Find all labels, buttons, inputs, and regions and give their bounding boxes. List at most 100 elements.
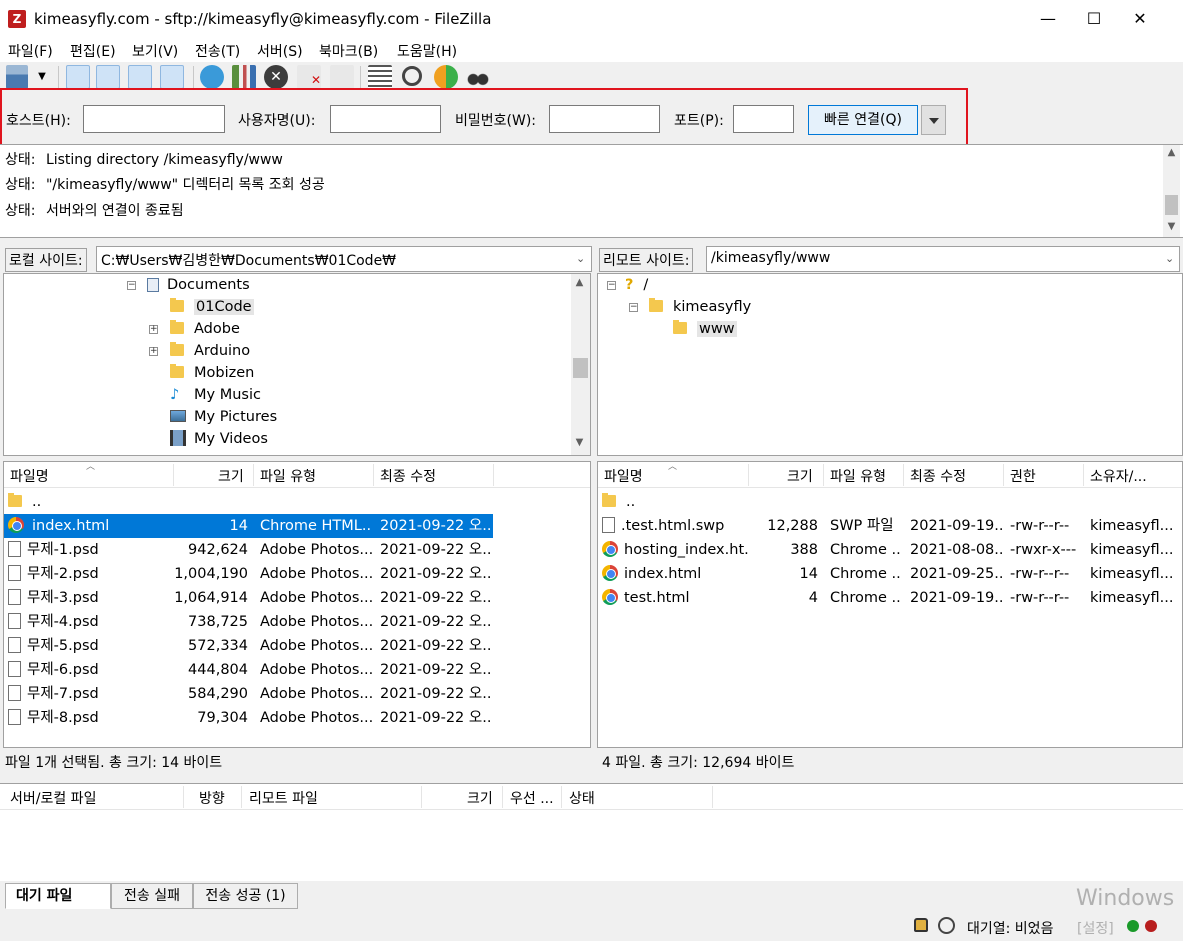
- chevron-down-icon[interactable]: ⌄: [576, 252, 585, 265]
- file-row[interactable]: ..: [598, 490, 1182, 514]
- column-priority[interactable]: 우선 ...: [510, 788, 554, 808]
- tree-item-my-pictures[interactable]: My Pictures: [170, 406, 277, 428]
- file-row[interactable]: 무제-6.psd 444,804 Adobe Photos... 2021-09-22…: [4, 658, 590, 682]
- tree-item-01code[interactable]: 01Code: [170, 296, 254, 318]
- file-row[interactable]: 무제-8.psd 79,304 Adobe Photos... 2021-09-22 …: [4, 706, 590, 730]
- toggle-local-tree-icon[interactable]: [96, 65, 120, 89]
- file-cell-owner: kimeasyfl...: [1090, 566, 1174, 582]
- column-size[interactable]: 크기: [787, 466, 813, 486]
- file-row[interactable]: 무제-5.psd 572,334 Adobe Photos... 2021-09-22…: [4, 634, 590, 658]
- file-row[interactable]: 무제-7.psd 584,290 Adobe Photos... 2021-09-22…: [4, 682, 590, 706]
- column-status[interactable]: 상태: [569, 788, 595, 808]
- tree-item-root[interactable]: ? /: [625, 274, 648, 296]
- tree-item-my-music[interactable]: ♪ My Music: [170, 384, 261, 406]
- file-row[interactable]: index.html 14 Chrome HTML... 2021-09-22 오..…: [4, 514, 493, 538]
- collapse-icon[interactable]: −: [127, 281, 136, 290]
- file-icon: [8, 661, 21, 677]
- toggle-remote-tree-icon[interactable]: [128, 65, 152, 89]
- file-icon: [8, 637, 21, 653]
- speed-limit-icon[interactable]: [938, 917, 955, 934]
- menu-help[interactable]: 도움말(H): [397, 41, 457, 61]
- remote-file-list[interactable]: ︿ 파일명 크기 파일 유형 최종 수정 권한 소유자/... .. .test.…: [597, 461, 1183, 748]
- chevron-down-icon[interactable]: ⌄: [1165, 252, 1174, 265]
- tab-queued-files[interactable]: 대기 파일: [5, 883, 111, 909]
- scroll-thumb[interactable]: [1165, 195, 1178, 215]
- search-icon[interactable]: [466, 65, 490, 89]
- log-scrollbar[interactable]: ▲ ▼: [1163, 145, 1180, 237]
- scroll-up-icon[interactable]: ▲: [571, 277, 588, 288]
- file-row[interactable]: ..: [4, 490, 590, 514]
- file-row[interactable]: 무제-2.psd 1,004,190 Adobe Photos... 2021-09-…: [4, 562, 590, 586]
- file-row[interactable]: test.html 4 Chrome ... 2021-09-19... -rw-r--…: [598, 586, 1182, 610]
- file-row[interactable]: .test.html.swp 12,288 SWP 파일 2021-09-19... -…: [598, 514, 1182, 538]
- expand-icon[interactable]: +: [149, 347, 158, 356]
- process-queue-icon[interactable]: [232, 65, 256, 89]
- file-row[interactable]: 무제-4.psd 738,725 Adobe Photos... 2021-09-22…: [4, 610, 590, 634]
- toggle-log-icon[interactable]: [66, 65, 90, 89]
- tab-failed-transfers[interactable]: 전송 실패: [111, 883, 193, 909]
- tree-item-www[interactable]: www: [673, 318, 737, 340]
- tree-item-my-videos[interactable]: My Videos: [170, 428, 268, 450]
- sync-browse-icon[interactable]: [434, 65, 458, 89]
- file-row[interactable]: hosting_index.ht... 388 Chrome ... 2021-08-…: [598, 538, 1182, 562]
- column-permissions[interactable]: 권한: [1010, 466, 1036, 486]
- tree-item-mobizen[interactable]: Mobizen: [170, 362, 254, 384]
- column-separator: [241, 786, 242, 808]
- scroll-thumb[interactable]: [573, 358, 588, 378]
- column-remote-file[interactable]: 리모트 파일: [249, 788, 318, 808]
- column-modified[interactable]: 최종 수정: [910, 466, 966, 486]
- toolbar-separator: [58, 66, 59, 88]
- transfer-queue[interactable]: 서버/로컬 파일 방향 리모트 파일 크기 우선 ... 상태: [0, 783, 1183, 881]
- file-cell-size: 4: [808, 590, 818, 606]
- menu-file[interactable]: 파일(F): [8, 41, 53, 61]
- tree-item-documents[interactable]: Documents: [147, 274, 250, 296]
- cancel-icon[interactable]: ✕: [264, 65, 288, 89]
- message-log[interactable]: 상태: Listing directory /kimeasyfly/www 상태…: [0, 144, 1183, 238]
- expand-icon[interactable]: +: [149, 325, 158, 334]
- column-server-local-file[interactable]: 서버/로컬 파일: [10, 788, 96, 808]
- menu-bookmarks[interactable]: 북마크(B): [319, 41, 378, 61]
- tab-successful-transfers[interactable]: 전송 성공 (1): [193, 883, 298, 909]
- maximize-button[interactable]: ☐: [1071, 0, 1117, 38]
- local-tree-scrollbar[interactable]: ▲ ▼: [571, 274, 590, 455]
- local-path-input[interactable]: C:₩Users₩김병한₩Documents₩01Code₩: [96, 246, 592, 272]
- column-filetype[interactable]: 파일 유형: [830, 466, 886, 486]
- scroll-up-icon[interactable]: ▲: [1163, 147, 1180, 158]
- file-row[interactable]: 무제-1.psd 942,624 Adobe Photos... 2021-09-22…: [4, 538, 590, 562]
- menu-server[interactable]: 서버(S): [257, 41, 303, 61]
- tree-item-arduino[interactable]: Arduino: [170, 340, 250, 362]
- file-row[interactable]: index.html 14 Chrome ... 2021-09-25... -rw-r…: [598, 562, 1182, 586]
- column-owner[interactable]: 소유자/...: [1090, 466, 1147, 486]
- menu-edit[interactable]: 편집(E): [70, 41, 116, 61]
- collapse-icon[interactable]: −: [607, 281, 616, 290]
- close-button[interactable]: ✕: [1117, 0, 1163, 38]
- site-manager-dropdown-icon[interactable]: ▼: [30, 65, 54, 89]
- collapse-icon[interactable]: −: [629, 303, 638, 312]
- tree-item-kimeasyfly[interactable]: kimeasyfly: [649, 296, 751, 318]
- scroll-down-icon[interactable]: ▼: [571, 437, 588, 448]
- filter-icon[interactable]: [368, 65, 392, 89]
- reconnect-icon[interactable]: [330, 65, 354, 89]
- file-row[interactable]: 무제-3.psd 1,064,914 Adobe Photos... 2021-09-…: [4, 586, 590, 610]
- refresh-icon[interactable]: [200, 65, 224, 89]
- column-filetype[interactable]: 파일 유형: [260, 466, 316, 486]
- site-manager-icon[interactable]: [6, 65, 28, 89]
- column-direction[interactable]: 방향: [199, 788, 225, 808]
- tree-item-adobe[interactable]: Adobe: [170, 318, 240, 340]
- column-filename[interactable]: 파일명: [604, 466, 643, 486]
- column-modified[interactable]: 최종 수정: [380, 466, 436, 486]
- local-tree[interactable]: − Documents 01Code + Adobe + Arduino Mob…: [3, 273, 591, 456]
- minimize-button[interactable]: —: [1025, 0, 1071, 38]
- remote-path-input[interactable]: /kimeasyfly/www: [706, 246, 1180, 272]
- compare-icon[interactable]: [402, 66, 422, 86]
- column-size[interactable]: 크기: [467, 788, 493, 808]
- scroll-down-icon[interactable]: ▼: [1163, 221, 1180, 232]
- column-size[interactable]: 크기: [218, 466, 244, 486]
- toggle-queue-icon[interactable]: [160, 65, 184, 89]
- menu-transfer[interactable]: 전송(T): [195, 41, 240, 61]
- disconnect-icon[interactable]: ✕: [297, 65, 321, 89]
- remote-tree[interactable]: − ? / − kimeasyfly www: [597, 273, 1183, 456]
- local-file-list[interactable]: ︿ 파일명 크기 파일 유형 최종 수정 .. index.html 14 Chrom…: [3, 461, 591, 748]
- menu-view[interactable]: 보기(V): [132, 41, 178, 61]
- column-filename[interactable]: 파일명: [10, 466, 49, 486]
